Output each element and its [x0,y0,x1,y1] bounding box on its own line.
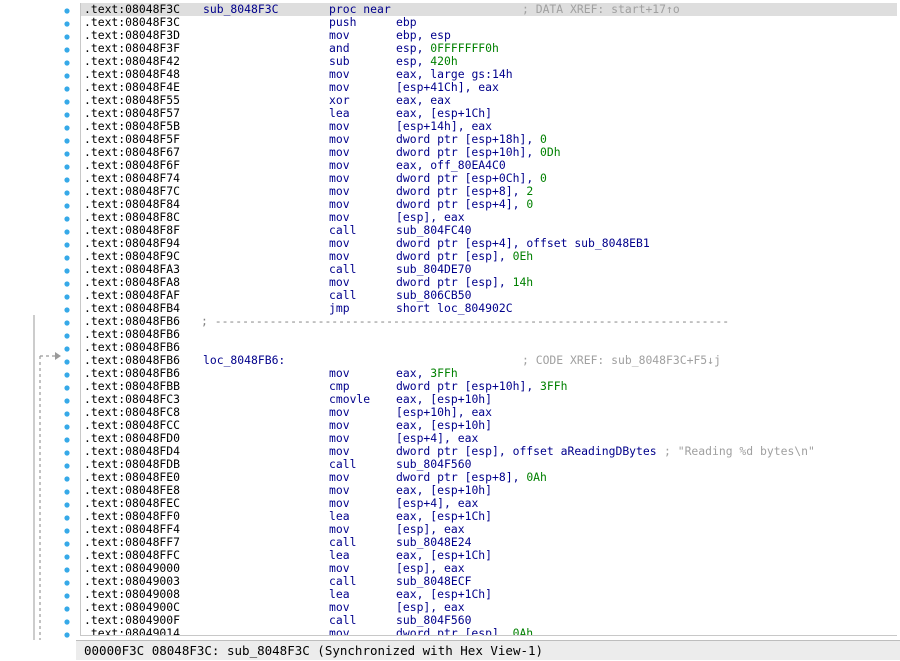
mnemonic: mov [329,626,350,636]
instruction-marker-dot[interactable] [64,34,70,40]
instruction-marker-dot[interactable] [64,450,70,456]
code-label[interactable]: sub_8048F3C [203,3,278,16]
instruction-marker-dot[interactable] [64,294,70,300]
listing-row[interactable]: .text:08048FF4 mov [esp], eax [81,523,897,536]
listing-row[interactable]: .text:08048F84 mov dword ptr [esp+4], 0 [81,198,897,211]
jump-arrow-graph [33,8,70,654]
instruction-marker-dot[interactable] [64,242,70,248]
xref-comment: ; CODE XREF: sub_8048F3C+F5↓j [522,353,721,367]
instruction-marker-dot[interactable] [64,372,70,378]
listing-row[interactable]: .text:08048FA8 mov dword ptr [esp], 14h [81,276,897,289]
instruction-marker-dot[interactable] [64,151,70,157]
listing-row[interactable]: .text:08048FE8 mov eax, [esp+10h] [81,484,897,497]
instruction-marker-dot[interactable] [64,424,70,430]
listing-row[interactable]: .text:08049014 mov dword ptr [esp], 0Ah [81,627,897,636]
instruction-marker-dot[interactable] [64,489,70,495]
instruction-marker-dot[interactable] [64,398,70,404]
instruction-marker-dot[interactable] [64,359,70,365]
instruction-marker-dot[interactable] [64,502,70,508]
instruction-marker-dot[interactable] [64,554,70,560]
instruction-marker-dot[interactable] [64,60,70,66]
instruction-marker-dot[interactable] [64,138,70,144]
disassembly-listing[interactable]: .text:08048F3C sub_8048F3C proc near; DATA… [80,3,897,636]
listing-row[interactable]: .text:08048FF0 lea eax, [esp+1Ch] [81,510,897,523]
instruction-marker-dot[interactable] [64,528,70,534]
status-bar: 00000F3C 08048F3C: sub_8048F3C (Synchron… [76,640,900,660]
instruction-marker-dot[interactable] [64,593,70,599]
instruction-marker-dot[interactable] [64,112,70,118]
instruction-marker-dot[interactable] [64,47,70,53]
listing-row[interactable]: .text:08048F8C mov [esp], eax [81,211,897,224]
listing-row[interactable]: .text:08048FFC lea eax, [esp+1Ch] [81,549,897,562]
instruction-marker-dot[interactable] [64,268,70,274]
listing-row[interactable]: .text:08048FCC mov eax, [esp+10h] [81,419,897,432]
instruction-marker-dot[interactable] [64,541,70,547]
code-label[interactable]: loc_8048FB6: [203,354,285,367]
instruction-marker-dot[interactable] [64,203,70,209]
instruction-marker-dot[interactable] [64,619,70,625]
instruction-marker-dot[interactable] [64,99,70,105]
instruction-marker-dot[interactable] [64,385,70,391]
listing-row[interactable]: .text:08048FB6 [81,328,897,341]
instruction-marker-dot[interactable] [64,515,70,521]
instruction-marker-dot[interactable] [64,580,70,586]
instruction-marker-dot[interactable] [64,281,70,287]
listing-row[interactable]: .text:08048FD4 mov dword ptr [esp], offset… [81,445,897,458]
listing-row[interactable]: .text:0804900C mov [esp], eax [81,601,897,614]
instruction-marker-dot[interactable] [64,216,70,222]
listing-row[interactable]: .text:08048F9C mov dword ptr [esp], 0Eh [81,250,897,263]
listing-row[interactable]: .text:08048F3C push ebp [81,16,897,29]
instruction-marker-dot[interactable] [64,177,70,183]
separator-comment: ; --------------------------------------… [201,314,730,328]
instruction-marker-dot[interactable] [64,73,70,79]
arrows-gutter [0,0,78,654]
branch-arrowhead [55,352,61,360]
listing-row[interactable]: .text:08048FB6 loc_8048FB6:; CODE XREF: s… [81,354,897,367]
listing-row[interactable]: .text:08049000 mov [esp], eax [81,562,897,575]
listing-row[interactable]: .text:08048F4E mov [esp+41Ch], eax [81,81,897,94]
instruction-marker-dot[interactable] [64,437,70,443]
instruction-marker-dot[interactable] [64,463,70,469]
listing-row[interactable]: .text:08049008 lea eax, [esp+1Ch] [81,588,897,601]
instruction-marker-dot[interactable] [64,567,70,573]
instruction-marker-dot[interactable] [64,320,70,326]
instruction-marker-dot[interactable] [64,164,70,170]
listing-row[interactable]: .text:08048F3F and esp, 0FFFFFFF0h [81,42,897,55]
instruction-marker-dot[interactable] [64,333,70,339]
instruction-marker-dot[interactable] [64,411,70,417]
instruction-marker-dot[interactable] [64,125,70,131]
listing-row[interactable]: .text:08048FB6; ------------------------… [81,315,897,328]
operands[interactable]: dword ptr [esp], 0Ah [396,627,533,636]
instruction-marker-dot[interactable] [64,255,70,261]
instruction-marker-dot[interactable] [64,229,70,235]
instruction-marker-dot[interactable] [64,21,70,27]
instruction-marker-dot[interactable] [64,86,70,92]
instruction-marker-dot[interactable] [64,476,70,482]
xref-comment: ; DATA XREF: start+17↑o [522,3,680,16]
instruction-marker-dot[interactable] [64,632,70,638]
instruction-marker-dot[interactable] [64,307,70,313]
instruction-marker-dot[interactable] [64,606,70,612]
xref-comment: ; "Reading %d bytes\n" [664,444,815,458]
instruction-marker-dot[interactable] [64,346,70,352]
instruction-marker-dot[interactable] [64,190,70,196]
address: .text:08049014 [84,626,181,636]
instruction-marker-dot[interactable] [64,8,70,14]
listing-row[interactable]: .text:08048F3C sub_8048F3C proc near; DATA… [81,3,897,16]
